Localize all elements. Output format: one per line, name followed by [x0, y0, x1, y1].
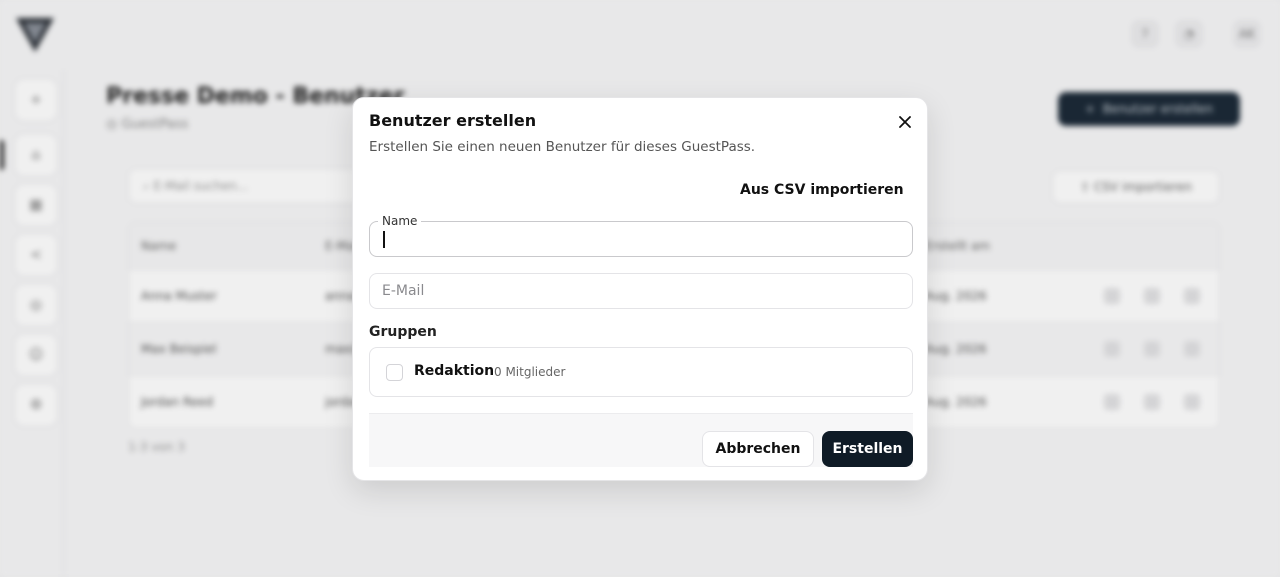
group-name: Redaktion: [414, 363, 495, 379]
create-user-dialog: Benutzer erstellen Erstellen Sie einen n…: [352, 97, 928, 481]
create-button[interactable]: Erstellen: [822, 431, 913, 467]
dialog-description: Erstellen Sie einen neuen Benutzer für d…: [369, 139, 756, 155]
group-checkbox[interactable]: [386, 364, 403, 381]
email-field[interactable]: [369, 273, 913, 309]
text-caret: [383, 231, 385, 248]
import-csv-button[interactable]: Aus CSV importieren: [733, 178, 904, 202]
group-list-item[interactable]: Redaktion 0 Mitglieder: [369, 347, 913, 397]
cancel-button[interactable]: Abbrechen: [702, 431, 814, 467]
name-label: Name: [378, 213, 422, 229]
dialog-title: Benutzer erstellen: [369, 111, 537, 130]
close-button[interactable]: [895, 112, 915, 132]
import-csv-label: Aus CSV importieren: [740, 182, 904, 198]
groups-label: Gruppen: [369, 324, 437, 340]
dialog-footer: Abbrechen Erstellen: [369, 413, 913, 467]
email-input[interactable]: [370, 274, 912, 308]
close-icon: [899, 116, 911, 128]
name-input[interactable]: [370, 222, 912, 256]
name-field[interactable]: Name: [369, 213, 913, 257]
group-member-count: 0 Mitglieder: [494, 365, 566, 379]
